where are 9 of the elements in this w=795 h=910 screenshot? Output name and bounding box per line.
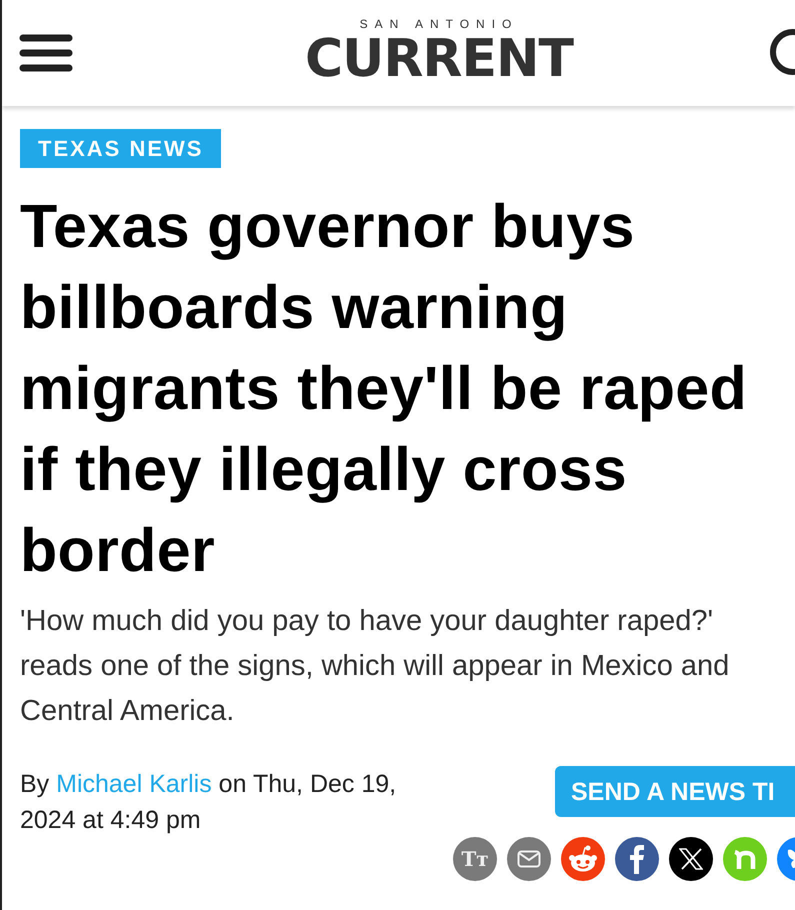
logo-title: CURRENT — [305, 29, 573, 89]
headline: Texas governor buys billboards warning migrants they'll be raped if they illegally cross border — [20, 191, 748, 586]
author-link[interactable]: Michael Karlis — [56, 770, 212, 798]
byline: By Michael Karlis on Thu, Dec 19, 2024 at 4:49 pm — [20, 769, 398, 836]
logo-subtitle: SAN ANTONIO — [360, 17, 518, 31]
text-size-button[interactable]: Tт — [453, 837, 497, 881]
article-summary: 'How much did you pay to have your daughter raped?' reads one of the signs, which will appear in Mexico and Central America. — [20, 604, 730, 729]
news-tip-button[interactable]: SEND A NEWS TI — [555, 766, 795, 817]
category-tag[interactable]: TEXAS NEWS — [20, 129, 222, 168]
